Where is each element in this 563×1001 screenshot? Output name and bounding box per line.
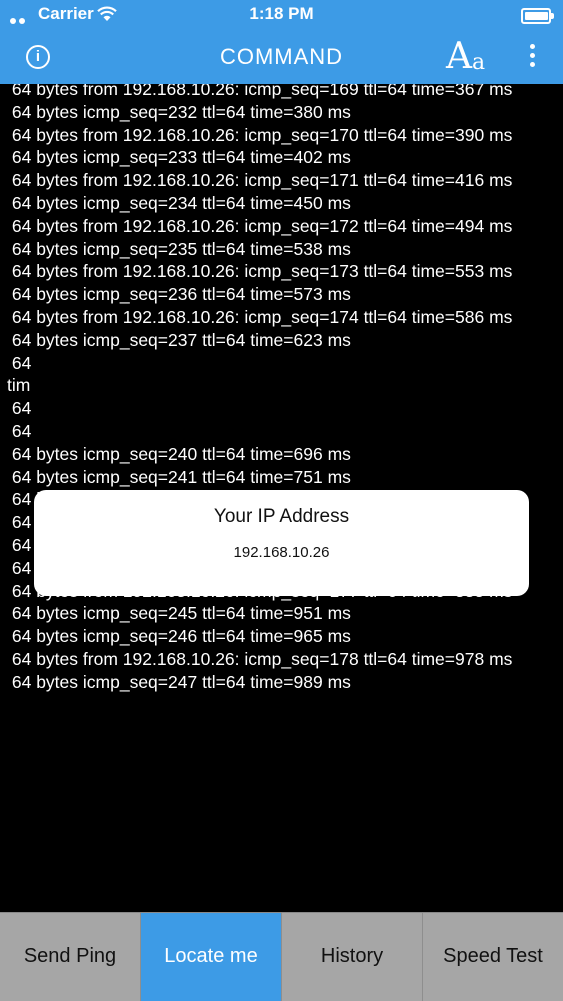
popup-title: Your IP Address — [213, 506, 350, 527]
more-vertical-icon[interactable] — [522, 44, 542, 70]
terminal-line: 64 bytes icmp_seq=232 ttl=64 time=380 ms — [7, 101, 351, 122]
terminal-line: 64 — [7, 352, 32, 373]
terminal-line: 64 bytes icmp_seq=240 ttl=64 time=696 ms — [7, 443, 351, 464]
font-icon-small-letter: a — [472, 50, 486, 75]
font-icon-big-letter: A — [446, 36, 472, 77]
terminal-line: 64 bytes icmp_seq=234 ttl=64 time=450 ms — [7, 192, 351, 213]
status-time: 1:18 PM — [249, 4, 314, 23]
terminal-line: 64 bytes icmp_seq=241 ttl=64 time=751 ms — [7, 466, 351, 487]
tab-locate-me[interactable]: Locate me — [141, 913, 282, 1001]
battery-icon — [521, 8, 554, 24]
terminal-line: 64 bytes icmp_seq=235 ttl=64 time=538 ms — [7, 238, 351, 259]
status-bar: Carrier 1:18 PM — [0, 0, 563, 30]
tab-history[interactable]: History — [282, 913, 423, 1001]
ip-address-popup: Your IP Address 192.168.10.26 — [34, 490, 529, 596]
top-bar: Carrier 1:18 PM i COMMAND A a — [0, 0, 563, 84]
terminal-line: 64 — [7, 398, 32, 419]
tab-bar: Send Ping Locate me History Speed Test — [0, 912, 563, 1001]
terminal-line: 64 bytes icmp_seq=247 ttl=64 time=989 ms — [7, 671, 351, 692]
terminal-line: 64 bytes icmp_seq=233 ttl=64 time=402 ms — [7, 147, 351, 168]
terminal-line: 64 bytes icmp_seq=246 ttl=64 time=965 ms — [7, 626, 351, 647]
terminal-line: 64 bytes from 192.168.10.26: icmp_seq=17… — [7, 306, 513, 327]
terminal-line: 64 bytes from 192.168.10.26: icmp_seq=17… — [7, 261, 513, 282]
terminal-line: 64 bytes icmp_seq=237 ttl=64 time=623 ms — [7, 329, 351, 350]
terminal-line: 64 — [7, 420, 32, 441]
terminal-line: 64 bytes from 192.168.10.26: icmp_seq=17… — [7, 648, 513, 669]
tab-send-ping[interactable]: Send Ping — [0, 913, 141, 1001]
terminal-line: 64 bytes from 192.168.10.26: icmp_seq=17… — [7, 170, 513, 191]
battery-level — [525, 12, 549, 20]
tab-speed-test[interactable]: Speed Test — [423, 913, 563, 1001]
terminal-line: tim — [7, 375, 31, 396]
terminal-line: 64 bytes from 192.168.10.26: icmp_seq=17… — [7, 124, 513, 145]
terminal-line: 64 bytes from 192.168.10.26: icmp_seq=16… — [7, 84, 513, 99]
nav-bar: i COMMAND A a — [0, 30, 563, 84]
terminal-line: 64 bytes from 192.168.10.26: icmp_seq=17… — [7, 215, 513, 236]
terminal-lines: 64 bytes from 192.168.10.26: icmp_seq=16… — [7, 84, 559, 694]
terminal-line: 64 bytes icmp_seq=236 ttl=64 time=573 ms — [7, 284, 351, 305]
font-size-icon[interactable]: A a — [446, 36, 492, 77]
ip-address-value: 192.168.10.26 — [233, 544, 330, 561]
terminal-line: 64 bytes icmp_seq=245 ttl=64 time=951 ms — [7, 603, 351, 624]
